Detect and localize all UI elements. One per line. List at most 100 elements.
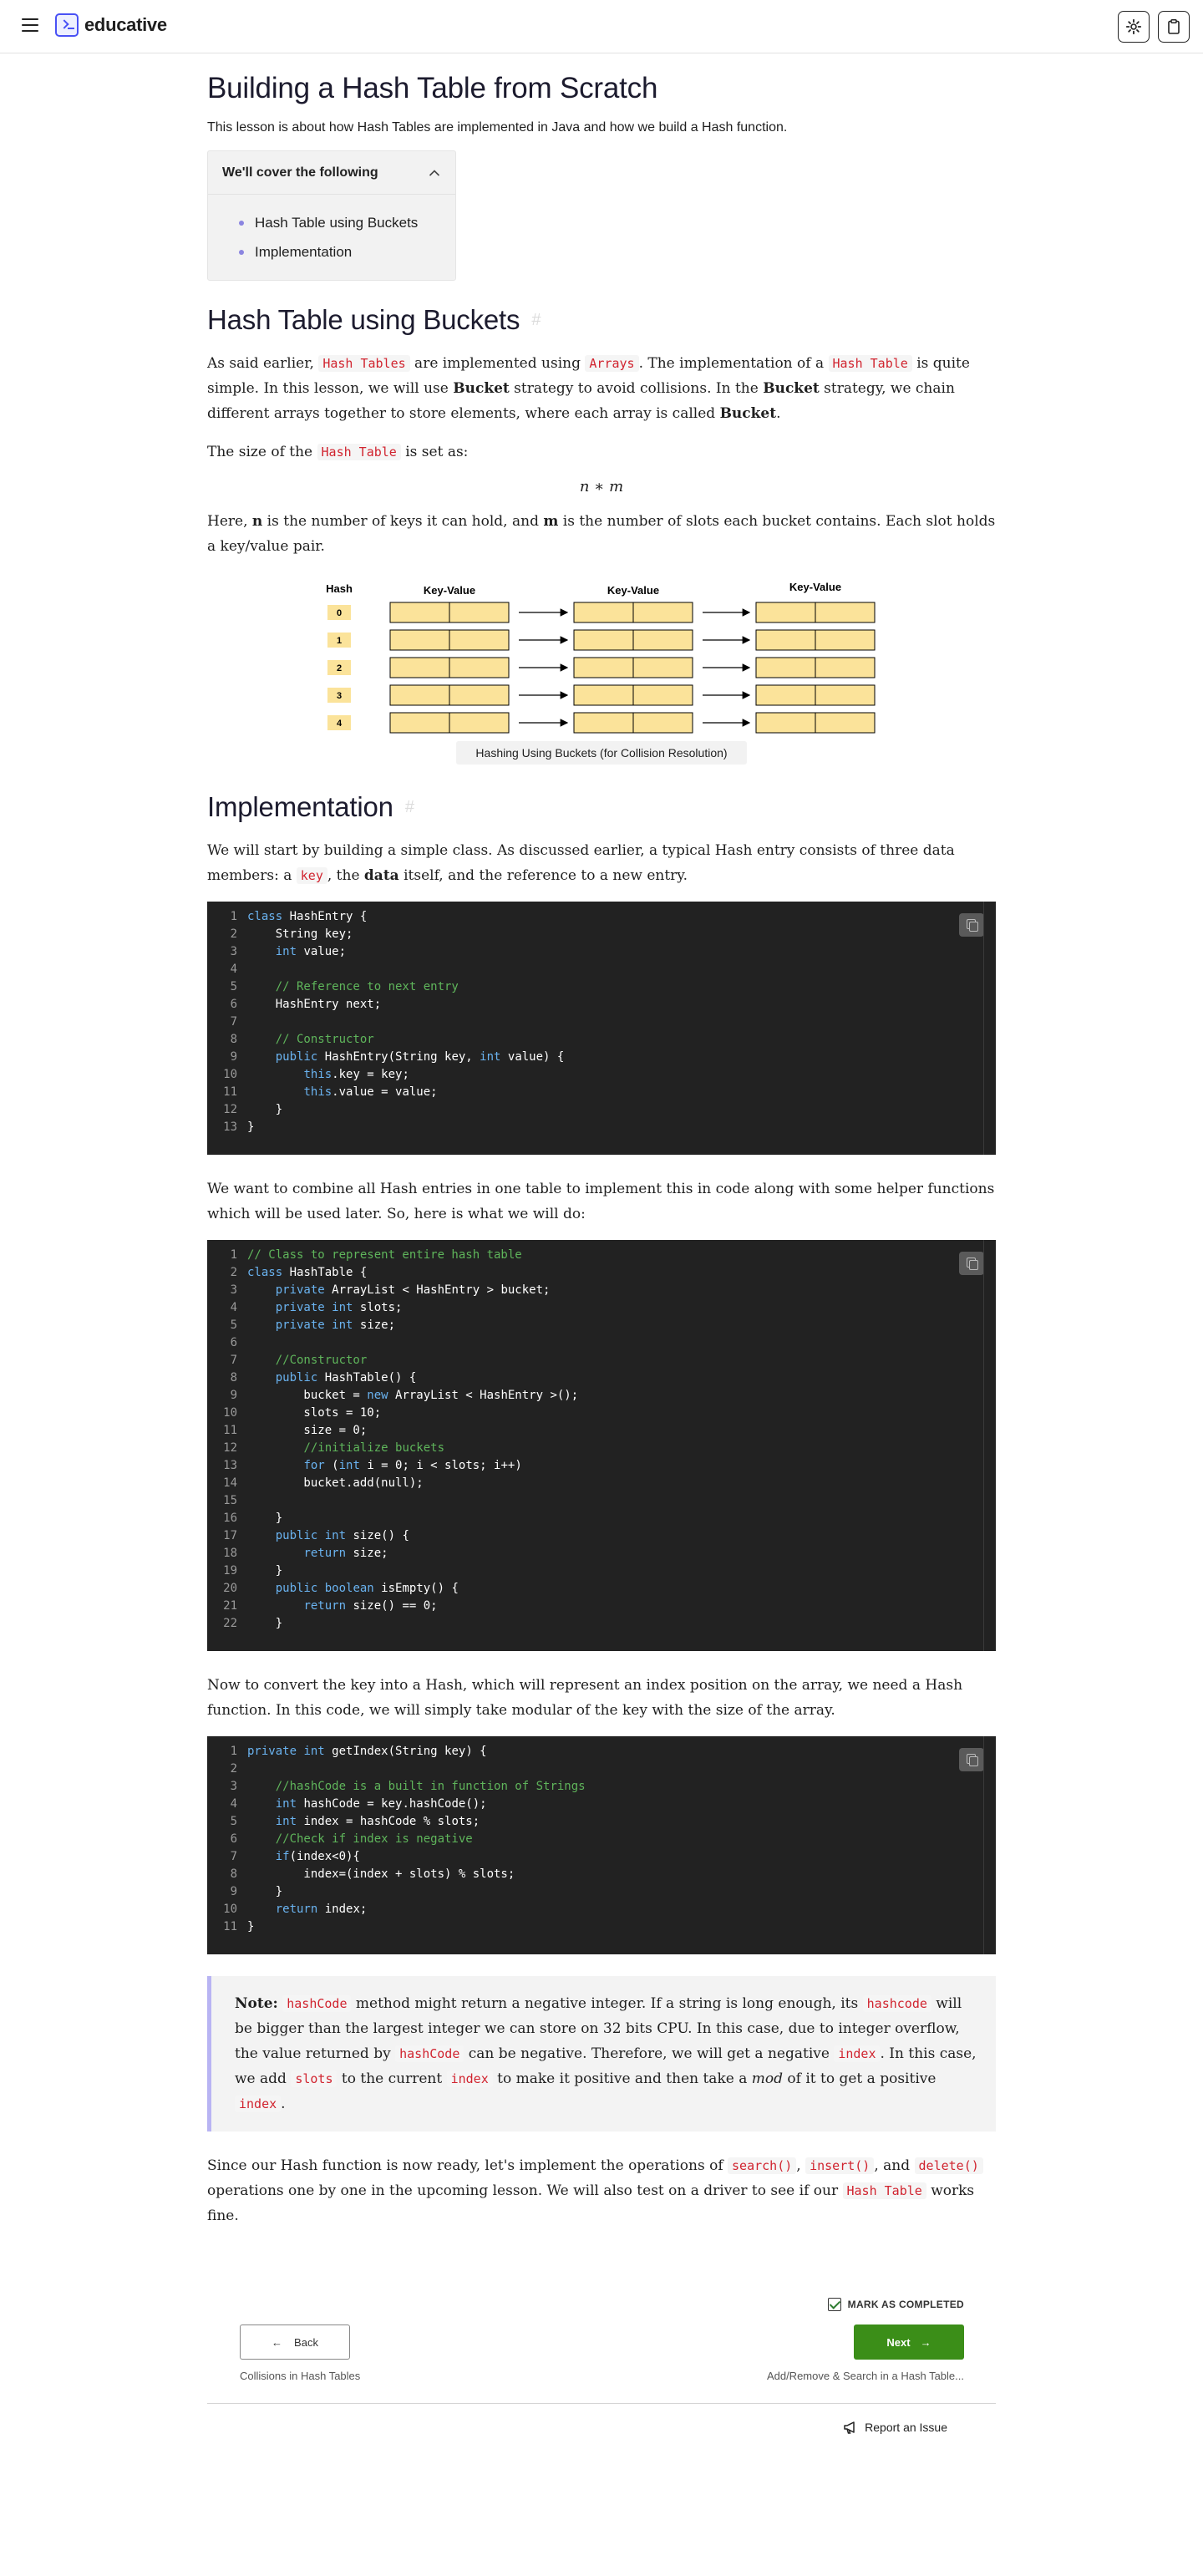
chevron-up-icon	[429, 169, 440, 176]
megaphone-icon	[844, 2421, 855, 2434]
checkbox-checked-icon[interactable]	[827, 2298, 841, 2311]
arrow-right-icon: →	[920, 2335, 931, 2349]
hash-index-label: 3	[337, 691, 342, 701]
code-line: 14 bucket.add(null);	[223, 1476, 424, 1490]
code-line: 9 }	[230, 1885, 283, 1898]
code-line: 5 private int size;	[230, 1318, 396, 1332]
logo[interactable]: educative	[55, 13, 167, 37]
code-line: 2	[230, 1762, 237, 1776]
toc-item[interactable]: Implementation	[239, 237, 455, 267]
figure-caption: Hashing Using Buckets (for Collision Res…	[456, 741, 747, 765]
code-line: 7	[230, 1015, 237, 1029]
code-line: 20 public boolean isEmpty() {	[223, 1582, 459, 1595]
code-line: 11 this.value = value;	[223, 1085, 438, 1099]
paragraph: As said earlier, Hash Tables are impleme…	[207, 355, 970, 422]
toc-heading: We'll cover the following	[222, 165, 378, 180]
page-title: Building a Hash Table from Scratch	[207, 72, 658, 104]
code-line: 19 }	[223, 1564, 283, 1578]
code-line: 7 if(index<0){	[230, 1850, 360, 1863]
code-block: 1// Class to represent entire hash table…	[207, 1240, 996, 1651]
copy-icon[interactable]	[959, 913, 984, 937]
inline-code: insert()	[805, 2157, 875, 2174]
code-line: 8 // Constructor	[230, 1033, 374, 1046]
back-button[interactable]: ← Back	[240, 2324, 350, 2360]
code-line: 5 int index = hashCode % slots;	[230, 1815, 480, 1828]
link-icon[interactable]: #	[405, 798, 414, 817]
code-line: 12 //initialize buckets	[223, 1441, 445, 1455]
inline-code: Hash Tables	[318, 355, 410, 372]
link-icon[interactable]: #	[531, 311, 541, 330]
inline-code: index	[834, 2045, 881, 2062]
key-value-header: Key-Value	[607, 584, 659, 597]
code-line: 4	[230, 963, 237, 976]
paragraph: Since our Hash function is now ready, le…	[207, 2153, 996, 2228]
lesson-footer: MARK AS COMPLETED ← Back Next → Collisio…	[207, 2289, 996, 2498]
mark-complete-label: MARK AS COMPLETED	[847, 2299, 964, 2310]
clipboard-icon	[1168, 19, 1180, 34]
code-line: 1 private int getIndex(String key) {	[230, 1745, 487, 1758]
code-line: 6 HashEntry next;	[230, 998, 382, 1011]
code-line: 15	[223, 1494, 237, 1507]
bucket-diagram-svg: Hash Key-Value Key-Value Key-Value 0 1 2 3 4	[326, 581, 876, 734]
code-line: 8 index=(index + slots) % slots;	[230, 1867, 515, 1881]
clipboard-button[interactable]	[1158, 11, 1190, 43]
top-bar: educative	[0, 0, 1203, 53]
hash-header: Hash	[326, 582, 353, 595]
code-line: 2 class HashTable {	[230, 1266, 368, 1279]
code-line: 3 private ArrayList < HashEntry > bucket…	[230, 1283, 551, 1297]
code-line: 3 //hashCode is a built in function of S…	[230, 1780, 586, 1793]
code-line: 18 return size;	[223, 1547, 388, 1560]
inline-code: hashcode	[862, 1995, 931, 2012]
inline-code: index	[446, 2070, 493, 2087]
inline-code: key	[296, 867, 327, 884]
code-line: 10 return index;	[223, 1903, 368, 1916]
logo-icon	[55, 13, 79, 37]
code-line: 6	[230, 1336, 237, 1349]
gear-icon	[1125, 18, 1142, 35]
code-block: 1 private int getIndex(String key) { 2 3 //…	[207, 1736, 996, 1954]
code-line: 8 public HashTable() {	[230, 1371, 417, 1385]
section-heading-text: Hash Table using Buckets	[207, 304, 520, 335]
toc-item[interactable]: Hash Table using Buckets	[239, 208, 455, 237]
settings-button[interactable]	[1118, 11, 1150, 43]
back-label: Back	[294, 2335, 318, 2349]
next-button[interactable]: Next →	[854, 2324, 964, 2360]
next-lesson-link[interactable]: Add/Remove & Search in a Hash Table...	[767, 2370, 964, 2382]
key-value-header: Key-Value	[789, 581, 841, 593]
copy-icon[interactable]	[959, 1748, 984, 1771]
menu-icon[interactable]	[22, 18, 38, 32]
inline-code: Hash Table	[828, 355, 912, 372]
formula: n ∗ m	[579, 478, 624, 495]
paragraph: We will start by building a simple class…	[207, 842, 955, 884]
code-line: 10 this.key = key;	[223, 1068, 409, 1081]
code-line: 22 }	[223, 1617, 283, 1630]
toc-toggle[interactable]: We'll cover the following	[208, 151, 455, 195]
inline-code: index	[235, 2096, 282, 2112]
code-line: 11}	[223, 1920, 255, 1933]
hash-index-label: 0	[337, 608, 342, 618]
code-line: 4 private int slots;	[230, 1301, 403, 1314]
toc-panel: We'll cover the following Hash Table usi…	[207, 150, 456, 281]
copy-icon[interactable]	[959, 1252, 984, 1275]
brand-name: educative	[84, 14, 167, 35]
hash-index-label: 1	[337, 636, 342, 646]
previous-lesson-link[interactable]: Collisions in Hash Tables	[240, 2370, 360, 2382]
code-line: 16 }	[223, 1512, 283, 1525]
code-line: 1 class HashEntry {	[230, 910, 368, 923]
paragraph: The size of the Hash Table is set as:	[207, 444, 469, 460]
lesson-intro: This lesson is about how Hash Tables are…	[207, 120, 788, 135]
bucket-diagram: Hash Key-Value Key-Value Key-Value 0 1 2 3 4 Has…	[207, 581, 996, 765]
report-issue-link[interactable]: Report an Issue	[843, 2420, 947, 2435]
hash-index-label: 2	[337, 663, 342, 673]
code-line: 6 //Check if index is negative	[230, 1832, 473, 1846]
code-line: 17 public int size() {	[223, 1529, 409, 1542]
inline-code: Arrays	[585, 355, 639, 372]
code-line: 7 //Constructor	[230, 1354, 368, 1367]
code-line: 12 }	[223, 1103, 283, 1116]
lesson-content: Building a Hash Table from Scratch This …	[207, 72, 996, 2242]
key-value-header: Key-Value	[424, 584, 475, 597]
code-block: 1 class HashEntry {2 String key; 3 int val…	[207, 902, 996, 1155]
mark-complete-toggle[interactable]: MARK AS COMPLETED	[827, 2298, 964, 2311]
code-line: 3 int value;	[230, 945, 347, 958]
hash-index-label: 4	[337, 719, 343, 729]
